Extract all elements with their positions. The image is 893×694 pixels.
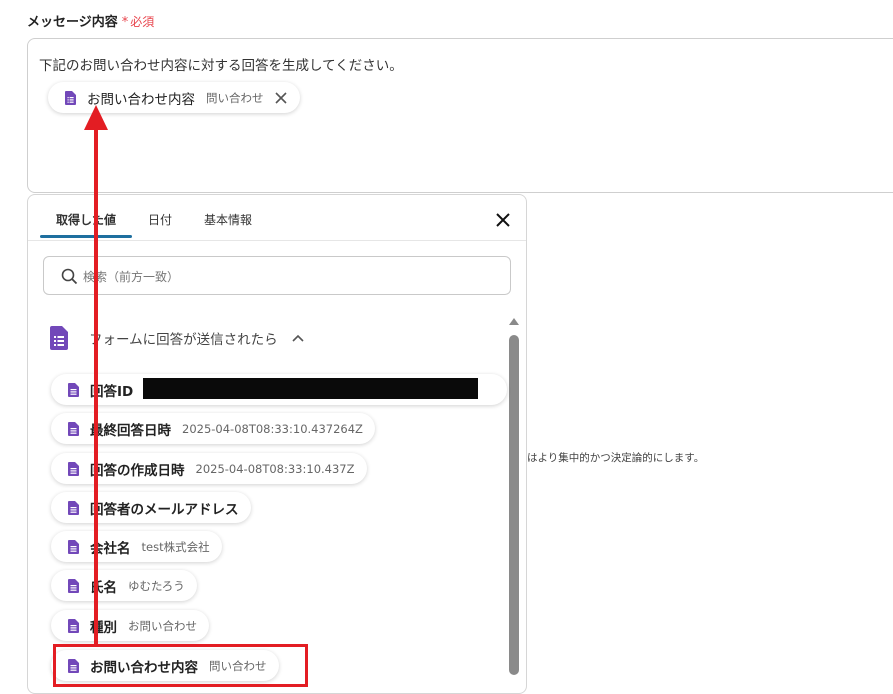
annotation-arrow [84, 105, 108, 646]
